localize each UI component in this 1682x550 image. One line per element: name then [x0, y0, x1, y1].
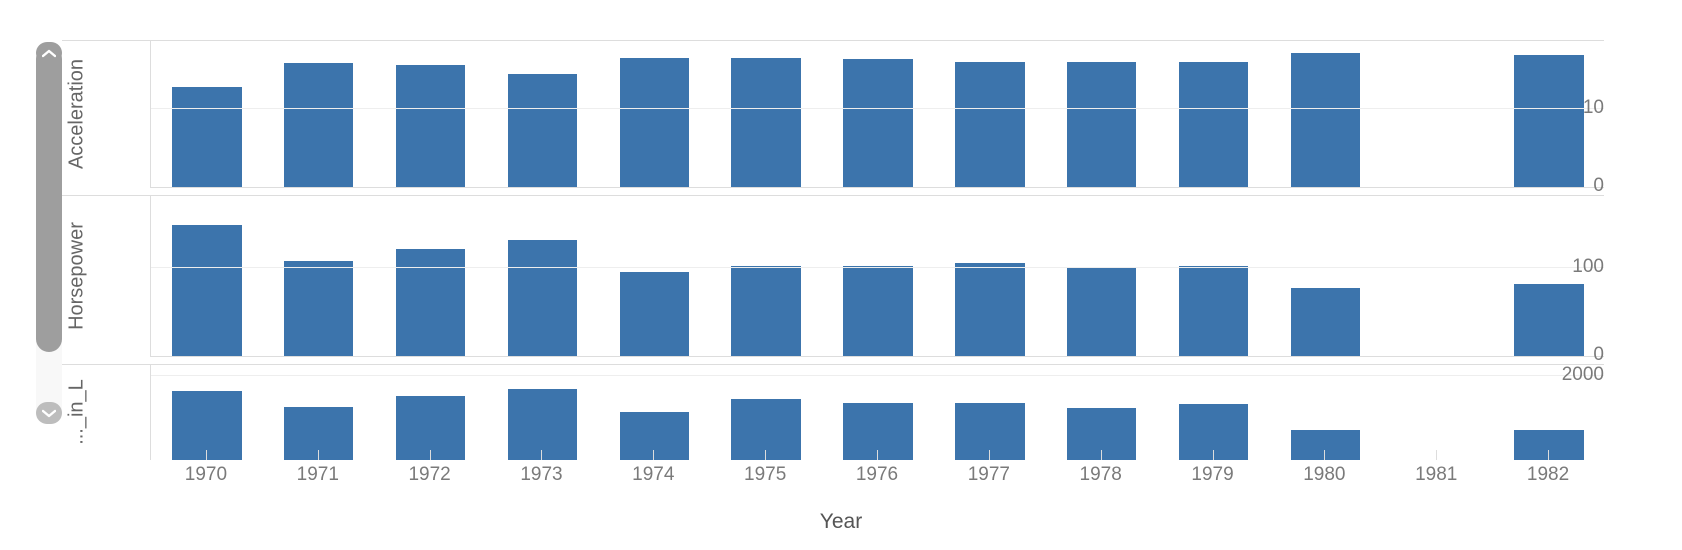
x-tick-label: 1972 [408, 464, 451, 485]
bar[interactable] [1178, 266, 1249, 357]
bar[interactable] [619, 58, 689, 188]
bar-group-horsepower [151, 195, 1604, 357]
bar[interactable] [284, 63, 354, 188]
x-tick-mark [1548, 450, 1550, 460]
bar[interactable] [284, 406, 354, 460]
x-axis: 1970 1971 1972 1973 1974 1975 1976 1977 1978 1979… [150, 450, 1662, 502]
y-tick-label: 2000 [1561, 364, 1604, 385]
x-tick-mark [988, 450, 990, 460]
bar[interactable] [395, 249, 466, 357]
bar[interactable] [1514, 429, 1584, 460]
gridline [151, 267, 1604, 268]
x-tick-mark [1212, 450, 1214, 460]
x-tick-mark [1436, 450, 1438, 460]
bar[interactable] [395, 64, 466, 188]
panel-horsepower: Horsepower 0 100 [62, 195, 1604, 365]
gridline [151, 375, 1604, 376]
y-tick-label: 100 [1572, 256, 1604, 277]
bar[interactable] [955, 62, 1025, 188]
x-tick-label: 1975 [744, 464, 787, 485]
bar[interactable] [955, 402, 1025, 460]
bar[interactable] [1067, 408, 1137, 460]
x-tick-label: 1981 [1415, 464, 1458, 485]
bar[interactable] [507, 73, 578, 188]
x-tick-mark [317, 450, 319, 460]
panel-baseline [151, 356, 1604, 357]
x-tick-mark [1100, 450, 1102, 460]
panel-acceleration: Acceleration 0 10 [62, 40, 1604, 196]
x-tick-label: 1974 [632, 464, 675, 485]
bar[interactable] [955, 262, 1025, 357]
bar[interactable] [172, 390, 242, 460]
chevron-down-icon[interactable] [36, 402, 62, 424]
vertical-scrollbar[interactable] [36, 42, 62, 424]
x-tick-label: 1973 [520, 464, 563, 485]
panel-plot-area-weight [150, 364, 1604, 460]
panel-plot-area-acceleration [150, 40, 1604, 188]
bar[interactable] [395, 396, 466, 460]
scrollbar-thumb[interactable] [36, 46, 62, 352]
bar[interactable] [1290, 52, 1361, 188]
x-tick-label: 1979 [1191, 464, 1234, 485]
bar[interactable] [172, 224, 242, 357]
bar-group-weight [151, 364, 1604, 460]
y-axis-title-acceleration: Acceleration [65, 58, 88, 170]
x-tick-label: 1980 [1303, 464, 1346, 485]
x-tick-mark [429, 450, 431, 460]
x-tick-label: 1976 [855, 464, 899, 485]
bar[interactable] [507, 388, 578, 460]
bar[interactable] [1178, 61, 1249, 188]
bar[interactable] [843, 266, 913, 357]
y-tick-label: 0 [1593, 175, 1604, 196]
bar[interactable] [1290, 287, 1361, 357]
x-tick-mark [653, 450, 655, 460]
chart-viewport: Acceleration 0 10 Horsepower 0 100 ..._in_… [0, 0, 1682, 550]
y-tick-label: 10 [1582, 97, 1604, 118]
x-axis-title: Year [819, 510, 863, 533]
bar[interactable] [1290, 430, 1361, 460]
bar[interactable] [731, 58, 801, 188]
bar[interactable] [1067, 61, 1137, 188]
x-tick-label: 1982 [1526, 464, 1570, 485]
panel-weight: ..._in_L 2000 [62, 364, 1604, 460]
bar[interactable] [1514, 55, 1584, 188]
y-tick-label: 0 [1593, 344, 1604, 365]
x-tick-label: 1978 [1079, 464, 1122, 485]
bar[interactable] [284, 260, 354, 357]
x-tick-label: 1970 [184, 464, 228, 485]
x-tick-mark [205, 450, 207, 460]
x-tick-mark [1324, 450, 1326, 460]
bar[interactable] [731, 266, 801, 357]
bar[interactable] [619, 272, 689, 357]
y-axis-title-weight: ..._in_L [65, 379, 88, 445]
bar[interactable] [507, 240, 578, 357]
bar[interactable] [1067, 267, 1137, 357]
bar[interactable] [619, 411, 689, 460]
x-tick-mark [765, 450, 767, 460]
bar-group-acceleration [151, 40, 1604, 188]
bar[interactable] [843, 59, 913, 188]
bar[interactable] [172, 87, 242, 188]
faceted-bar-chart: Acceleration 0 10 Horsepower 0 100 ..._in_… [62, 40, 1662, 460]
chevron-up-icon[interactable] [36, 42, 62, 64]
x-tick-mark [877, 450, 878, 460]
y-axis-title-horsepower: Horsepower [65, 222, 88, 330]
x-tick-mark [541, 450, 543, 460]
x-tick-label: 1977 [967, 464, 1010, 485]
bar[interactable] [731, 399, 801, 460]
bar[interactable] [1178, 404, 1249, 460]
panel-baseline [151, 187, 1604, 188]
gridline [151, 108, 1604, 109]
panel-plot-area-horsepower [150, 195, 1604, 357]
x-tick-label: 1971 [296, 464, 339, 485]
